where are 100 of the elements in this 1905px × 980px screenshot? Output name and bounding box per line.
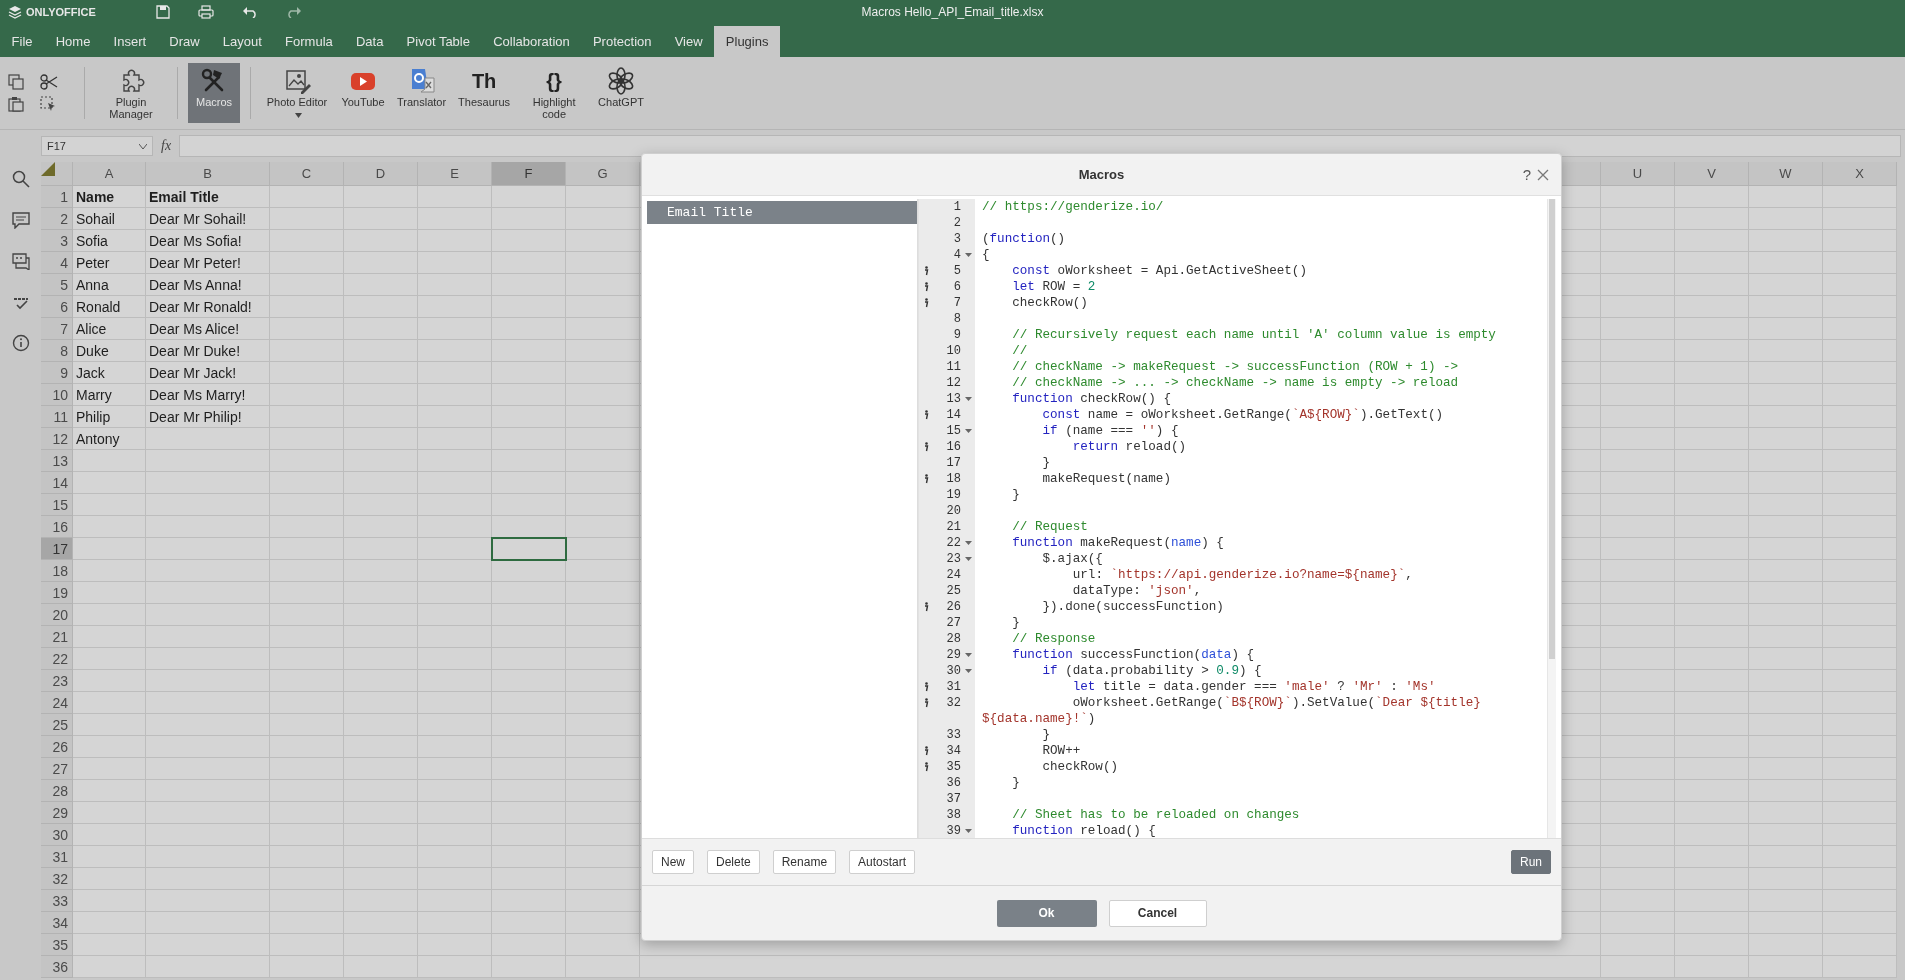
- macro-action-button[interactable]: Rename: [772, 850, 837, 874]
- row-header[interactable]: 4: [41, 252, 73, 274]
- scrollbar[interactable]: [1549, 199, 1555, 659]
- column-header[interactable]: D: [344, 162, 418, 186]
- menu-tab[interactable]: Protection: [581, 26, 664, 57]
- table-cell: Jack: [73, 362, 146, 384]
- line-number: 12: [945, 375, 961, 391]
- macro-action-button[interactable]: New: [652, 850, 694, 874]
- fold-caret-icon[interactable]: [964, 669, 972, 673]
- row-header[interactable]: 27: [41, 758, 73, 780]
- code-line: const name = oWorksheet.GetRange(`A${ROW}`).GetText(): [1041, 407, 1445, 423]
- row-header[interactable]: 5: [41, 274, 73, 296]
- menu-tab[interactable]: Collaboration: [481, 26, 582, 57]
- fold-caret-icon[interactable]: [964, 541, 972, 545]
- row-header[interactable]: 21: [41, 626, 73, 648]
- menu-tab[interactable]: Home: [44, 26, 102, 57]
- cell-cursor[interactable]: [492, 538, 566, 560]
- column-header[interactable]: E: [418, 162, 492, 186]
- row-header[interactable]: 35: [41, 934, 73, 956]
- row-header[interactable]: 20: [41, 604, 73, 626]
- row-header[interactable]: 9: [41, 362, 73, 384]
- row-header[interactable]: 10: [41, 384, 73, 406]
- row-header[interactable]: 33: [41, 890, 73, 912]
- row-header[interactable]: 32: [41, 868, 73, 890]
- fold-caret-icon[interactable]: [964, 397, 972, 401]
- toolbar-button[interactable]: ChatGPT: [594, 63, 648, 123]
- menu-tab[interactable]: Draw: [157, 26, 212, 57]
- row-header[interactable]: 11: [41, 406, 73, 428]
- close-button[interactable]: [1537, 168, 1549, 181]
- function-label[interactable]: fx: [157, 138, 176, 154]
- table-cell: Ronald: [73, 296, 146, 318]
- code-line: function reload() {: [1011, 823, 1157, 838]
- column-header[interactable]: X: [1823, 162, 1897, 186]
- macro-action-button[interactable]: Delete: [707, 850, 760, 874]
- toolbar-button[interactable]: Th Thesaurus: [454, 63, 515, 123]
- row-header[interactable]: 15: [41, 494, 73, 516]
- fold-caret-icon[interactable]: [964, 653, 972, 657]
- row-header[interactable]: 36: [41, 956, 73, 978]
- column-header[interactable]: F: [492, 162, 566, 186]
- ok-button[interactable]: Ok: [996, 899, 1097, 927]
- row-header[interactable]: 14: [41, 472, 73, 494]
- formula-input[interactable]: [179, 135, 1901, 157]
- row-header[interactable]: 19: [41, 582, 73, 604]
- toolbar-button[interactable]: Photo Editor: [261, 63, 333, 123]
- fold-caret-icon[interactable]: [964, 429, 972, 433]
- row-header[interactable]: 7: [41, 318, 73, 340]
- row-header[interactable]: 3: [41, 230, 73, 252]
- toolbar-button[interactable]: Translator: [393, 63, 451, 123]
- code-line: //: [1011, 343, 1029, 359]
- row-header[interactable]: 34: [41, 912, 73, 934]
- line-number: 2: [952, 215, 961, 231]
- fold-caret-icon[interactable]: [964, 253, 972, 257]
- row-header[interactable]: 22: [41, 648, 73, 670]
- macro-action-button[interactable]: Autostart: [849, 850, 916, 874]
- menu-tab[interactable]: Plugins: [714, 26, 781, 57]
- toolbar-button[interactable]: Macros: [188, 63, 240, 123]
- row-header[interactable]: 28: [41, 780, 73, 802]
- help-button[interactable]: ?: [1522, 166, 1531, 183]
- row-header[interactable]: 12: [41, 428, 73, 450]
- row-header[interactable]: 30: [41, 824, 73, 846]
- table-cell: Dear Mr Jack!: [146, 362, 270, 384]
- row-header[interactable]: 6: [41, 296, 73, 318]
- row-header[interactable]: 2: [41, 208, 73, 230]
- cancel-button[interactable]: Cancel: [1108, 899, 1207, 927]
- row-header[interactable]: 31: [41, 846, 73, 868]
- menu-tab[interactable]: Data: [344, 26, 395, 57]
- code-line: // Sheet has to be reloaded on changes: [1011, 807, 1301, 823]
- row-header[interactable]: 23: [41, 670, 73, 692]
- row-header[interactable]: 29: [41, 802, 73, 824]
- column-header[interactable]: B: [146, 162, 270, 186]
- column-header[interactable]: A: [73, 162, 146, 186]
- menu-tab[interactable]: Insert: [102, 26, 158, 57]
- menu-tab[interactable]: File: [0, 26, 45, 57]
- column-header[interactable]: W: [1749, 162, 1823, 186]
- row-header[interactable]: 18: [41, 560, 73, 582]
- row-header[interactable]: 25: [41, 714, 73, 736]
- cell-name-box[interactable]: F17: [41, 136, 153, 156]
- toolbar-button[interactable]: Plugin Manager: [95, 63, 167, 123]
- column-header[interactable]: G: [566, 162, 640, 186]
- menu-tab[interactable]: Formula: [273, 26, 345, 57]
- fold-caret-icon[interactable]: [964, 557, 972, 561]
- row-header[interactable]: 17: [41, 538, 73, 560]
- row-header[interactable]: 16: [41, 516, 73, 538]
- code-line: // Response: [1011, 631, 1097, 647]
- row-header[interactable]: 26: [41, 736, 73, 758]
- run-button[interactable]: Run: [1511, 850, 1551, 874]
- fold-caret-icon[interactable]: [964, 829, 972, 833]
- toolbar-button[interactable]: YouTube: [337, 63, 389, 123]
- menu-tab[interactable]: Layout: [211, 26, 274, 57]
- toolbar-button[interactable]: {} Highlight code: [518, 63, 591, 123]
- row-header[interactable]: 8: [41, 340, 73, 362]
- row-header[interactable]: 1: [41, 186, 73, 208]
- row-header[interactable]: 13: [41, 450, 73, 472]
- menu-tab[interactable]: View: [663, 26, 715, 57]
- macro-item[interactable]: Email Title: [647, 201, 917, 224]
- row-header[interactable]: 24: [41, 692, 73, 714]
- menu-tab[interactable]: Pivot Table: [395, 26, 482, 57]
- column-header[interactable]: C: [270, 162, 344, 186]
- column-header[interactable]: V: [1675, 162, 1749, 186]
- column-header[interactable]: U: [1601, 162, 1675, 186]
